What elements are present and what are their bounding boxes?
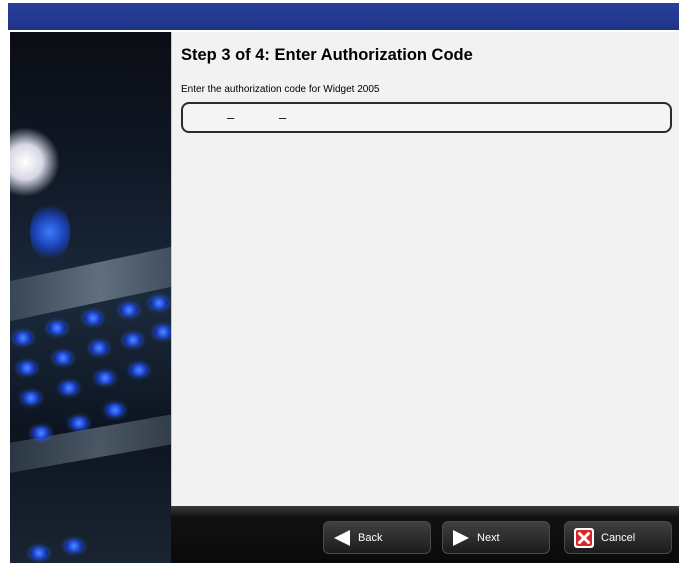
back-button[interactable]: Back xyxy=(323,521,431,554)
banner-led xyxy=(154,326,171,338)
banner-led xyxy=(106,404,124,416)
banner-led xyxy=(124,334,142,346)
side-banner-image xyxy=(10,32,171,563)
banner-led xyxy=(130,364,148,376)
next-button[interactable]: Next xyxy=(442,521,550,554)
banner-led xyxy=(96,372,114,384)
wizard-footer: Back Next Cancel xyxy=(171,506,679,563)
code-separator: – xyxy=(279,110,287,125)
authorization-code-input[interactable]: – – xyxy=(181,102,672,133)
close-icon xyxy=(574,527,594,548)
banner-led xyxy=(150,297,168,309)
installer-window: Step 3 of 4: Enter Authorization Code En… xyxy=(8,3,679,563)
page-title: Step 3 of 4: Enter Authorization Code xyxy=(181,46,473,64)
wizard-content-panel: Step 3 of 4: Enter Authorization Code En… xyxy=(171,32,679,506)
cancel-button-label: Cancel xyxy=(601,531,636,544)
banner-led xyxy=(120,304,138,316)
banner-led xyxy=(70,417,88,429)
window-titlebar xyxy=(8,3,679,30)
banner-led xyxy=(14,332,32,344)
banner-led xyxy=(90,342,108,354)
banner-metal-band-lower xyxy=(10,409,171,475)
back-button-label: Back xyxy=(358,531,383,544)
banner-led xyxy=(60,382,78,394)
cancel-button[interactable]: Cancel xyxy=(564,521,672,554)
next-button-label: Next xyxy=(477,531,500,544)
banner-metal-band xyxy=(10,240,171,324)
instruction-text: Enter the authorization code for Widget … xyxy=(181,84,380,95)
banner-led xyxy=(54,352,72,364)
banner-led xyxy=(84,312,102,324)
banner-led xyxy=(48,322,66,334)
next-arrow-icon xyxy=(453,529,469,546)
back-arrow-icon xyxy=(334,529,350,546)
banner-led xyxy=(32,427,50,439)
banner-blue-glow xyxy=(30,202,70,262)
banner-led xyxy=(65,540,83,552)
banner-light-glow xyxy=(10,127,60,197)
banner-led xyxy=(22,392,40,404)
code-separator: – xyxy=(227,110,235,125)
banner-led xyxy=(30,547,48,559)
banner-led xyxy=(18,362,36,374)
